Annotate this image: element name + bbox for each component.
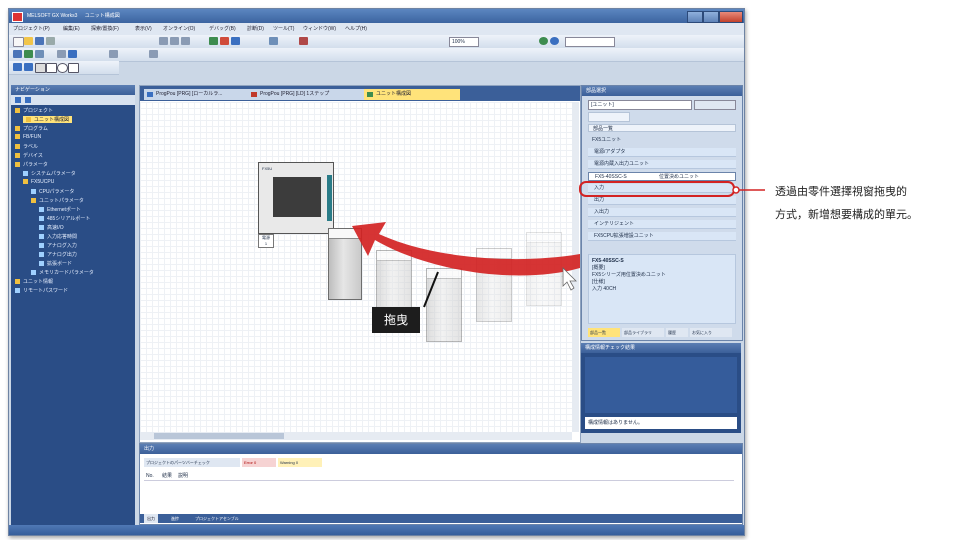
annotation-note-line1: 透過由零件選擇視窗拖曳的 xyxy=(775,185,907,198)
drag-label-pointer xyxy=(423,271,439,308)
annotation-overlay xyxy=(352,181,765,308)
drag-label: 拖曳 xyxy=(372,307,420,333)
annotation-note-line2: 方式，新增想要構成的單元。 xyxy=(775,208,918,221)
mouse-cursor-icon xyxy=(562,267,577,291)
drag-arrow xyxy=(352,222,580,276)
leader-dot xyxy=(732,186,740,194)
part-highlight-outline xyxy=(579,181,735,197)
